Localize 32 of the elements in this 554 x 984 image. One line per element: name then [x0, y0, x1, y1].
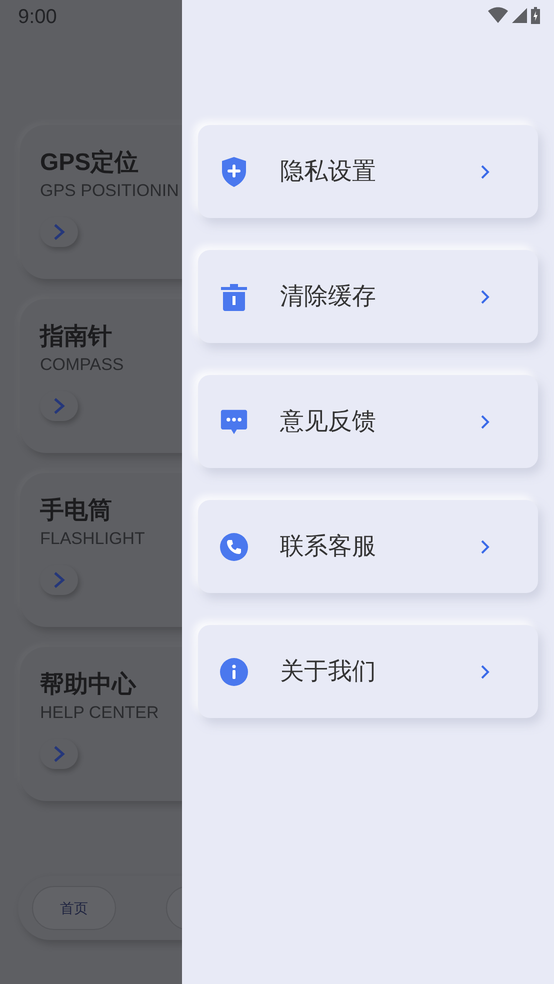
menu-label: 隐私设置	[280, 156, 376, 186]
menu-item[interactable]: 隐私设置	[198, 125, 538, 218]
menu-label: 关于我们	[280, 656, 376, 686]
wifi-icon	[488, 7, 508, 23]
menu-item[interactable]: 清除缓存	[198, 250, 538, 343]
chevron-icon	[53, 745, 65, 763]
menu-item[interactable]: 意见反馈	[198, 375, 538, 468]
menu-label: 清除缓存	[280, 282, 376, 312]
card-title: 指南针	[40, 322, 112, 352]
menu-label: 联系客服	[280, 532, 376, 562]
chevron-icon	[480, 538, 490, 554]
card-title: GPS定位	[40, 148, 139, 178]
shield-icon	[220, 156, 248, 188]
info-icon	[220, 658, 248, 686]
card-title: 帮助中心	[40, 670, 136, 700]
menu-item[interactable]: 关于我们	[198, 625, 538, 718]
chevron-icon	[480, 288, 490, 304]
chevron-icon	[480, 664, 490, 680]
chevron-icon	[53, 397, 65, 415]
card-title: 手电筒	[40, 496, 112, 526]
menu-item[interactable]: 联系客服	[198, 500, 538, 593]
trash-icon	[220, 282, 248, 310]
chevron-icon	[480, 414, 490, 430]
menu-label: 意见反馈	[280, 406, 376, 436]
battery-icon	[531, 6, 540, 24]
chat-bubble-icon	[220, 408, 248, 436]
status-time: 9:00	[18, 5, 57, 30]
chevron-icon	[53, 223, 65, 241]
chevron-icon	[480, 164, 490, 180]
phone-icon	[220, 532, 248, 560]
chevron-icon	[53, 571, 65, 589]
signal-icon	[512, 8, 527, 22]
